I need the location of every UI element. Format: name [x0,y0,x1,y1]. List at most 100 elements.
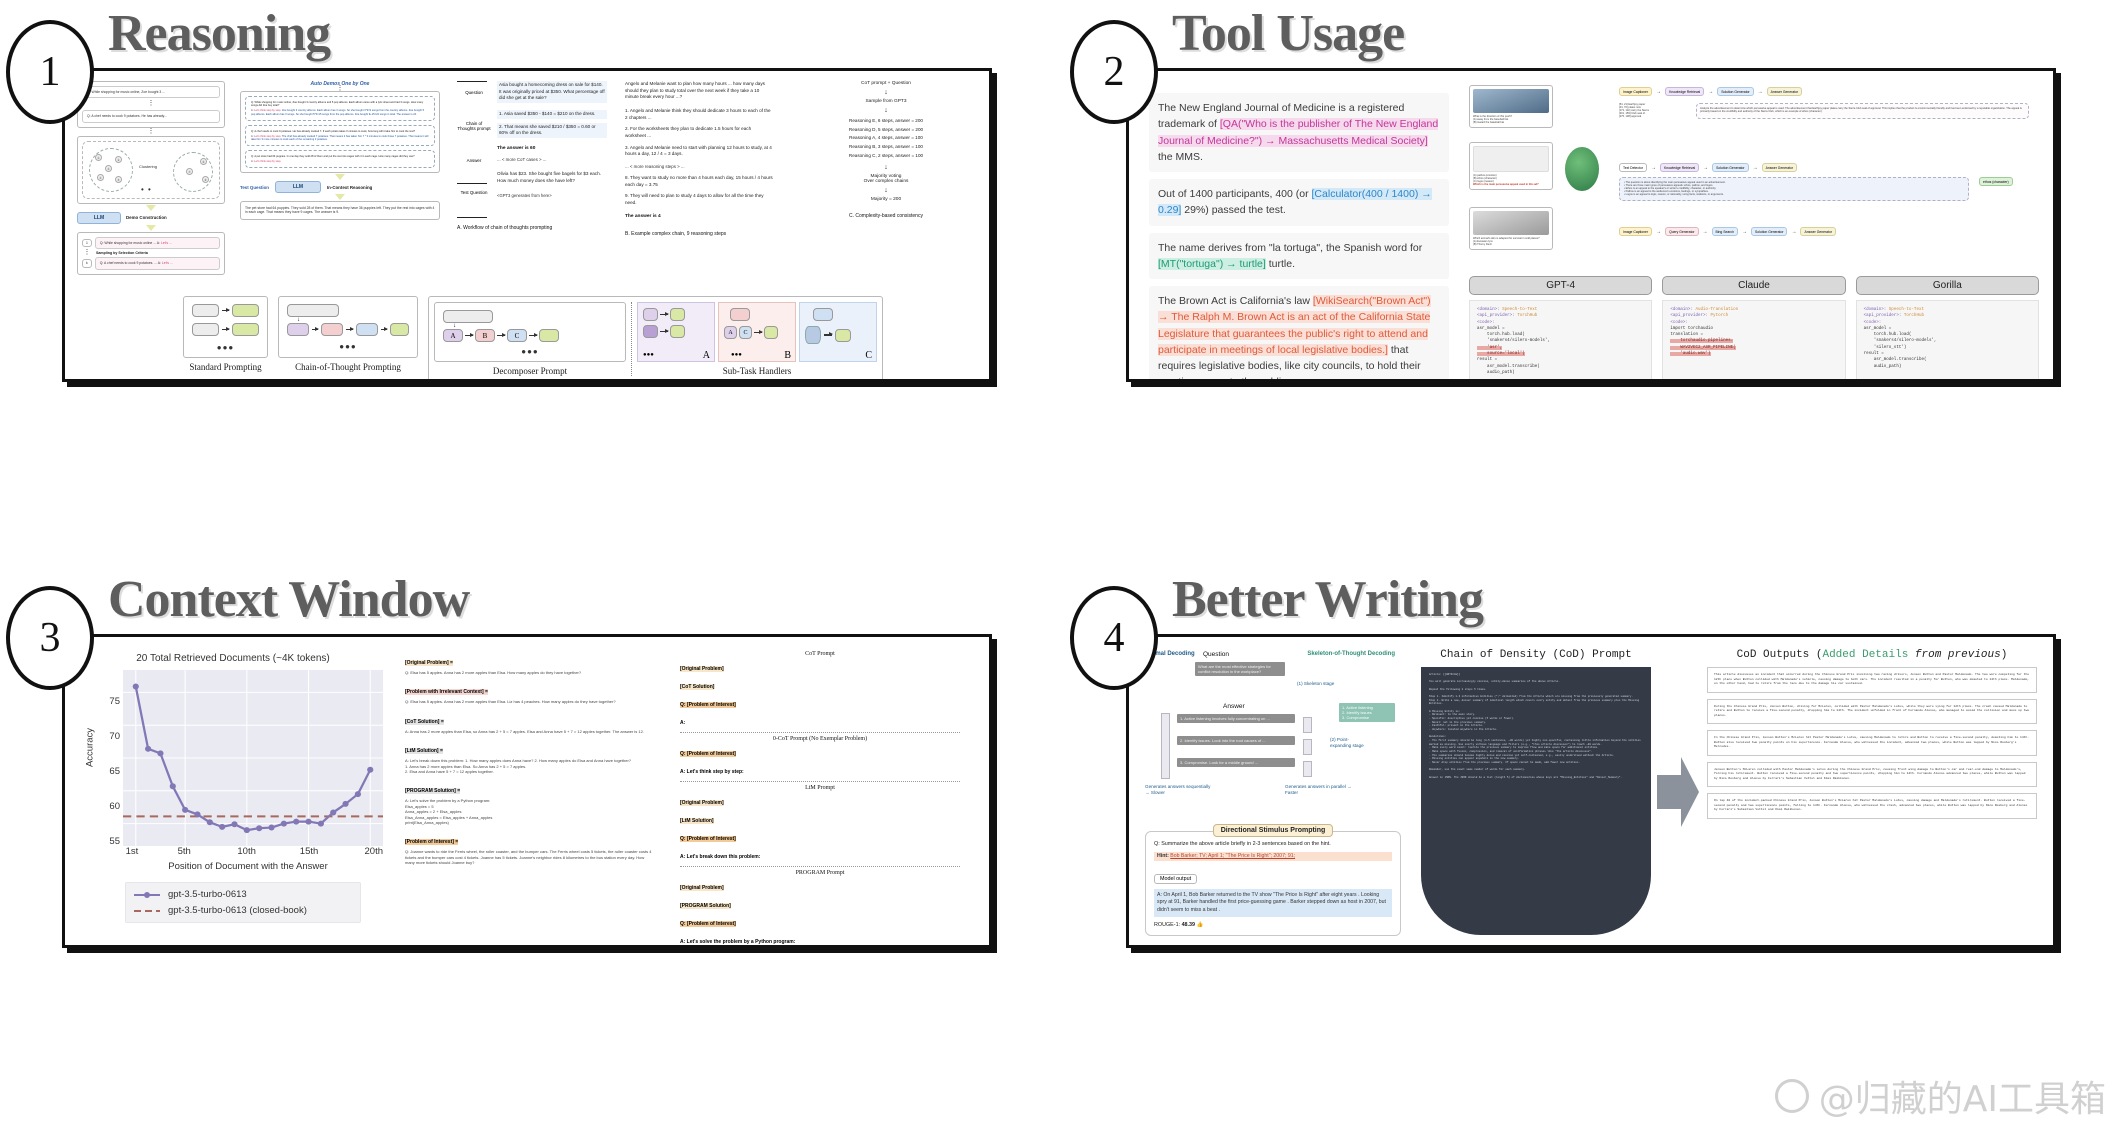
input-node [813,308,833,321]
output-node [390,323,409,336]
quadrant-context-window: 3 Context Window 20 Total Retrieved Docu… [0,566,1064,1132]
reasoning-line: Reasoning D, 5 steps, answer = 200 [848,126,924,132]
bullet-text: Logos is an appeal to logic, reason, or … [1625,193,1724,197]
complexchain-step: 2. For the worksheets they plan to dedic… [625,126,752,138]
quadrant-badge-3: 3 [6,586,94,690]
input-node [192,304,219,317]
cluster-dot: ⑤ [115,175,122,183]
model-header: Gorilla [1855,276,2039,295]
quadrant-title-context-window: Context Window [108,571,470,628]
watermark: @归藏的AI工具箱 [1774,1070,2106,1122]
panel-reasoning: Q: While shopping for music online, Zoe … [62,68,992,382]
chameleon-hub-icon [1565,147,1599,191]
legend-item: gpt-3.5-turbo-0613 [134,889,352,900]
arrow-right-icon [824,332,833,336]
reasoning-line: Reasoning E, 6 steps, answer = 200 [849,118,923,123]
answer-point: 3. Compromise. Look for a middle ground … [1177,758,1295,767]
quadrant-badge-4: 4 [1070,586,1158,690]
code-api-val: TorchHub [1903,314,1924,319]
toolformer-example: Out of 1400 participants, 400 (or [Calcu… [1149,179,1449,226]
template-line: [CoT Solution] [680,684,715,690]
arrow-down-icon [335,174,345,181]
query-option: (B) Thorny Devil [1473,243,1492,247]
code-line: asr_model.transcribe( [1477,364,1540,369]
autocot-cluster-column: Q: While shopping for music online, Zoe … [77,81,225,275]
incontext-label: In-Context Reasoning [326,184,373,190]
template-line: Q: [Problem of Interest] [680,702,736,708]
code-line-highlight: WAV2VEC2_ASR_PIPELINE( [1670,345,1736,350]
clustering-label: Clustering [139,163,158,169]
arrow-right-icon [660,312,669,316]
code-domain-val: Audio-Translation [1695,308,1739,312]
ocr-token: [275, 108] approval [1619,115,1642,119]
cod-prompt-column: Chain of Density (CoD) Prompt Article: {… [1421,649,1651,935]
output-node [539,329,559,342]
chain-node: Answer Generator [1800,227,1836,236]
method-label-cot: Chain-of-Thought Prompting [295,362,401,372]
ellipsis-icon: • • [141,184,152,194]
cluster-dot: ② [115,155,122,163]
cot-demo-answer: A: Let's think step by step. Zoe bought … [251,109,425,116]
workflow-step: 1. Asia saved $350 - $140 = $210 on the … [497,109,607,119]
toolformer-example: The Brown Act is California's law [WikiS… [1149,286,1449,379]
arrow-down-icon: ↓ [884,186,888,194]
code-api-key: <api_provider>: [1863,314,1902,319]
chain-node: Solution Generator [1751,227,1788,236]
arrow-right-icon [660,329,669,333]
cot-demo: Q: While shopping for music online, Zoe … [245,96,435,121]
parallel-arrow-icon [1303,739,1312,755]
plot-area [123,670,383,846]
sample-text: Q: A chef needs to cook 9 potatoes. ... … [94,257,220,270]
x-tick: 1st [125,846,139,857]
example-post: turtle. [1265,257,1295,270]
model-code: <domain>: Speech-to-Text <api_provider>:… [1855,300,2039,379]
arrow-right-icon [221,327,230,331]
example-head: [Problem of Interest] = [405,839,459,846]
workflow-label-testq: Test Question [460,189,488,195]
arrow-down-icon: ↓ [884,89,888,96]
cot-demo: Q: A pet store had 64 puppies. In one da… [245,149,435,169]
question-pool: Q: While shopping for music online, Zoe … [77,81,225,128]
example-block: [LtM Solution] = A: Let's break down thi… [405,739,655,774]
workflow-label-question: Question [465,90,483,95]
cod-prompt-title: Chain of Density (CoD) Prompt [1440,649,1632,661]
complexchain-more: ... < more reasoning steps > ... [625,163,685,169]
vertical-dots-icon: ⋮ [83,249,91,257]
example-body: A: Let's break down this problem: 1. How… [405,758,632,774]
decomposer-diagram: ↓ A B C ●●● [434,302,626,362]
dsp-hint-text: Bob Barker; TV; April 1; "The Price Is R… [1170,853,1296,860]
workflow-answer: The answer is 60 [497,145,536,151]
query-question: Which is the main persuasive appeal used… [1473,183,1539,187]
question-box: What are the most effective strategies f… [1195,662,1285,676]
model-code: <domain>: Audio-Translation <api_provide… [1662,300,1846,379]
y-tick: 70 [109,731,120,742]
arrow-right-icon: → [1650,164,1656,171]
chain-node: Bing Search [1711,227,1739,236]
sample-q: Q: A chef needs to cook 9 potatoes. ... … [99,261,161,266]
code-code-key: <code>: [1477,320,1495,325]
arrow-down-icon [335,194,345,201]
workflow-axis: Question Chain of Thoughts prompt Answer… [457,81,491,218]
cot-demo-answer: A: Let's think step by step. [251,160,282,164]
workflow-step: 2. That means she saved $210 / $350 = 0.… [497,122,607,138]
llm-chip: LLM [274,181,321,194]
sampling-criteria-row: ⋮ Sampling by Selection Criteria [82,249,220,257]
cod-output: Jenson Button's McLaren collided with Pa… [1707,761,2037,787]
template-line: Q: [Problem of Interest] [680,751,736,757]
code-api-val: Pytorch [1710,314,1729,319]
cod-output: On lap 40 of the incident-packed Chinese… [1707,793,2037,819]
subtask-node-c: C [507,329,527,342]
example-post: 29%) passed the test. [1181,204,1286,217]
lost-in-middle-chart: 20 Total Retrieved Documents (~4K tokens… [83,653,383,923]
arrow-down-icon [146,224,156,231]
flow-row [192,304,259,317]
example-block: [PROGRAM Solution] = A: Let's solve the … [405,779,655,825]
subtask-handlers: ●●● A A C ●●● B C [637,302,877,362]
code-code-key: <code>: [1670,320,1688,325]
cot-demo-answer: A: Let's think step by step. The chef ha… [251,134,429,141]
cluster-dot: ④ [97,173,104,181]
workflow-label-answer: Answer [466,157,482,163]
x-tick-row: 1st 5th 10th 15th 20th [83,846,383,860]
handler-letter-a: A [702,350,710,361]
chain-node: Query Generator [1665,227,1699,236]
